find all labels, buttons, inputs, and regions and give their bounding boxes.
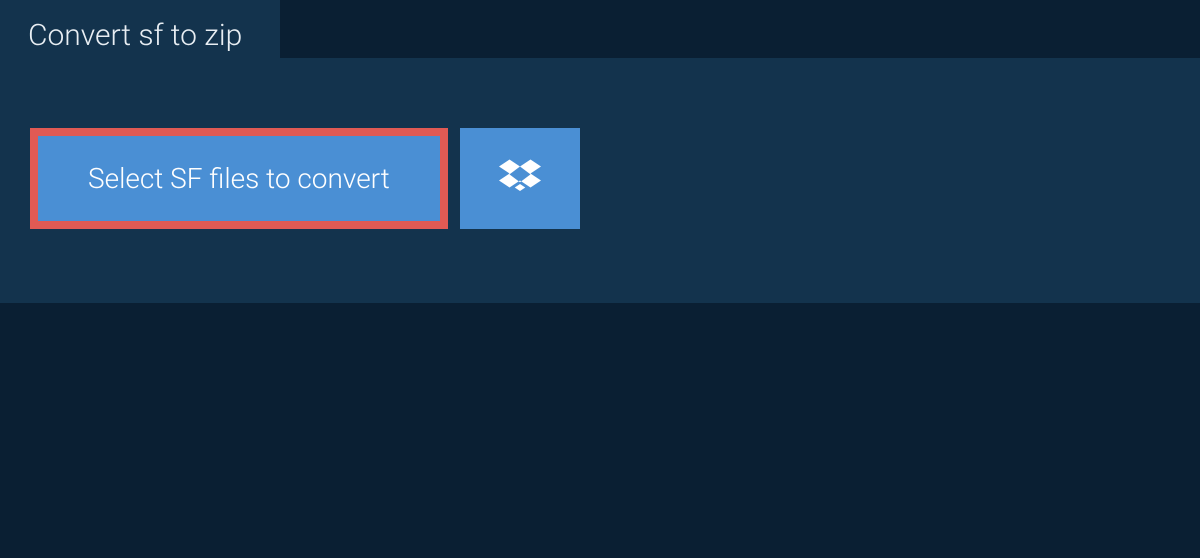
converter-panel: Convert sf to zip Select SF files to con… xyxy=(0,58,1200,303)
tab-title: Convert sf to zip xyxy=(28,18,242,53)
select-files-button[interactable]: Select SF files to convert xyxy=(30,128,448,229)
select-files-label: Select SF files to convert xyxy=(88,162,390,195)
converter-tab: Convert sf to zip xyxy=(0,0,280,71)
dropbox-button[interactable] xyxy=(460,128,580,229)
action-button-row: Select SF files to convert xyxy=(30,128,580,229)
dropbox-icon xyxy=(499,156,541,202)
